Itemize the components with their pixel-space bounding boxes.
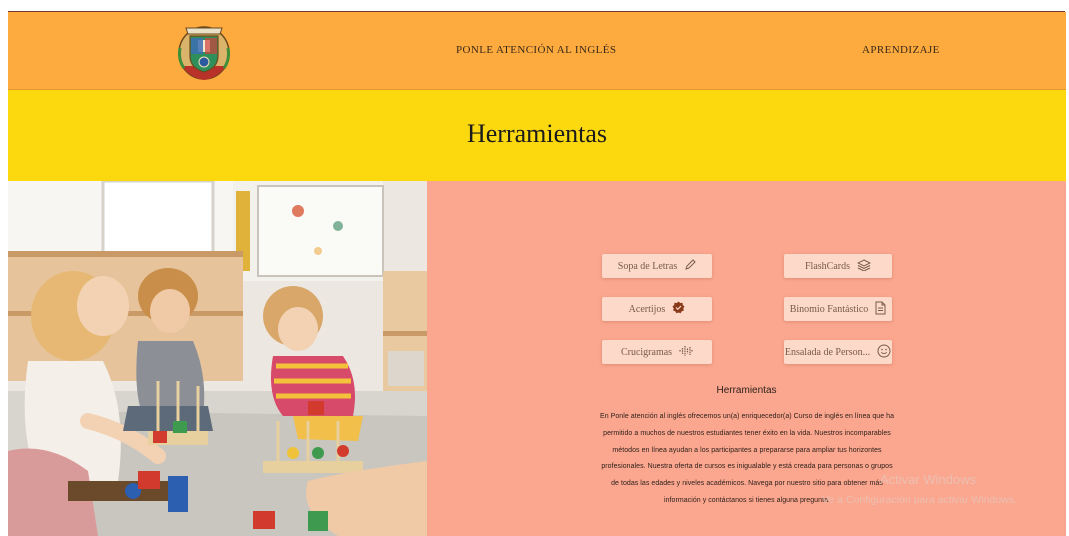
tool-button-flashcards[interactable]: FlashCards <box>784 254 892 278</box>
soundwave-icon <box>679 345 693 360</box>
seal-check-icon <box>672 301 685 317</box>
tool-button-ensalada-de-personajes[interactable]: Ensalada de Person... <box>784 340 892 364</box>
tool-label: Acertijos <box>628 303 666 315</box>
tool-label: Crucigramas <box>620 346 673 358</box>
pencil-icon <box>684 258 696 274</box>
top-navigation: PONLE ATENCIÓN AL INGLÉS APRENDIZAJE <box>8 12 1066 90</box>
tool-label: Binomio Fantástico <box>789 303 869 315</box>
tool-label: FlashCards <box>805 260 850 272</box>
watermark-line-1: Activar Windows <box>880 472 977 487</box>
tool-button-crucigramas[interactable]: Crucigramas <box>602 340 712 364</box>
tool-button-binomio-fantastico[interactable]: Binomio Fantástico <box>784 297 892 321</box>
school-crest-logo[interactable] <box>176 20 232 82</box>
tool-button-acertijos[interactable]: Acertijos <box>602 297 712 321</box>
tool-button-sopa-de-letras[interactable]: Sopa de Letras <box>602 254 712 278</box>
children-playing-photo <box>8 181 427 536</box>
document-icon <box>875 301 886 318</box>
tool-label: Ensalada de Person... <box>784 346 871 358</box>
watermark-line-2: Ve a Configuración para activar Windows. <box>822 494 1017 506</box>
page-title-banner: Herramientas <box>8 90 1066 181</box>
nav-link-ponle-atencion[interactable]: PONLE ATENCIÓN AL INGLÉS <box>456 44 616 56</box>
page-title: Herramientas <box>466 119 608 148</box>
tool-label: Sopa de Letras <box>617 260 678 272</box>
info-heading: Herramientas <box>716 385 777 396</box>
layers-icon <box>856 258 872 274</box>
smiley-icon <box>877 344 891 361</box>
nav-link-aprendizaje[interactable]: APRENDIZAJE <box>862 44 940 56</box>
